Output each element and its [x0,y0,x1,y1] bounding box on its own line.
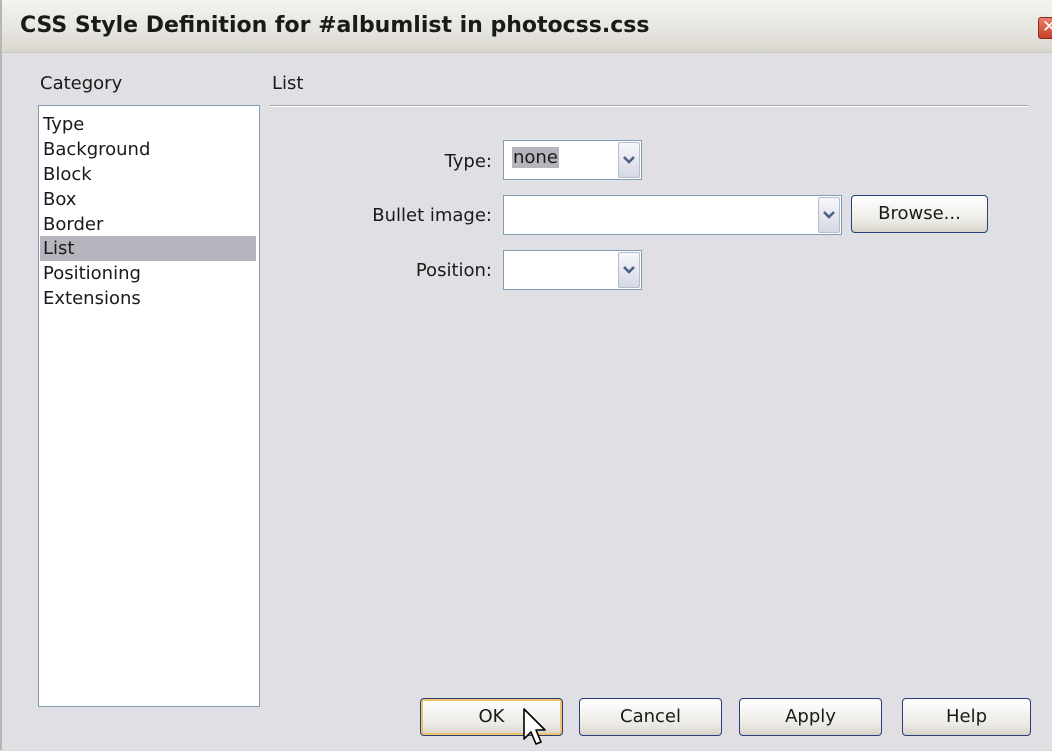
browse-button[interactable]: Browse... [851,195,988,233]
type-select[interactable]: none [503,140,642,180]
mouse-pointer-icon [522,707,548,751]
category-item-box[interactable]: Box [40,187,256,212]
close-icon: ✕ [1042,17,1052,37]
category-item-positioning[interactable]: Positioning [40,261,256,286]
category-item-block[interactable]: Block [40,162,256,187]
section-divider [270,105,1028,107]
panel-heading: List [272,73,304,94]
position-select[interactable] [503,250,642,290]
chevron-down-icon[interactable] [618,252,640,288]
css-style-definition-dialog: CSS Style Definition for #albumlist in p… [0,0,1052,750]
position-label: Position: [415,260,492,281]
chevron-down-icon[interactable] [618,142,640,178]
category-item-extensions[interactable]: Extensions [40,286,256,311]
category-item-list[interactable]: List [40,236,256,261]
bullet-image-select[interactable] [503,195,842,235]
category-item-border[interactable]: Border [40,212,256,237]
bullet-image-label: Bullet image: [372,205,492,226]
dialog-title: CSS Style Definition for #albumlist in p… [20,13,650,38]
category-heading: Category [40,73,123,94]
type-label: Type: [444,151,492,172]
category-item-background[interactable]: Background [40,137,256,162]
title-bar[interactable]: CSS Style Definition for #albumlist in p… [2,0,1052,53]
close-button[interactable]: ✕ [1038,17,1052,39]
category-item-type[interactable]: Type [40,112,256,137]
cancel-button[interactable]: Cancel [579,698,722,736]
help-button[interactable]: Help [902,698,1031,736]
category-list[interactable]: Type Background Block Box Border List Po… [38,105,260,707]
type-select-value: none [512,147,559,168]
apply-button[interactable]: Apply [739,698,882,736]
chevron-down-icon[interactable] [818,197,840,233]
